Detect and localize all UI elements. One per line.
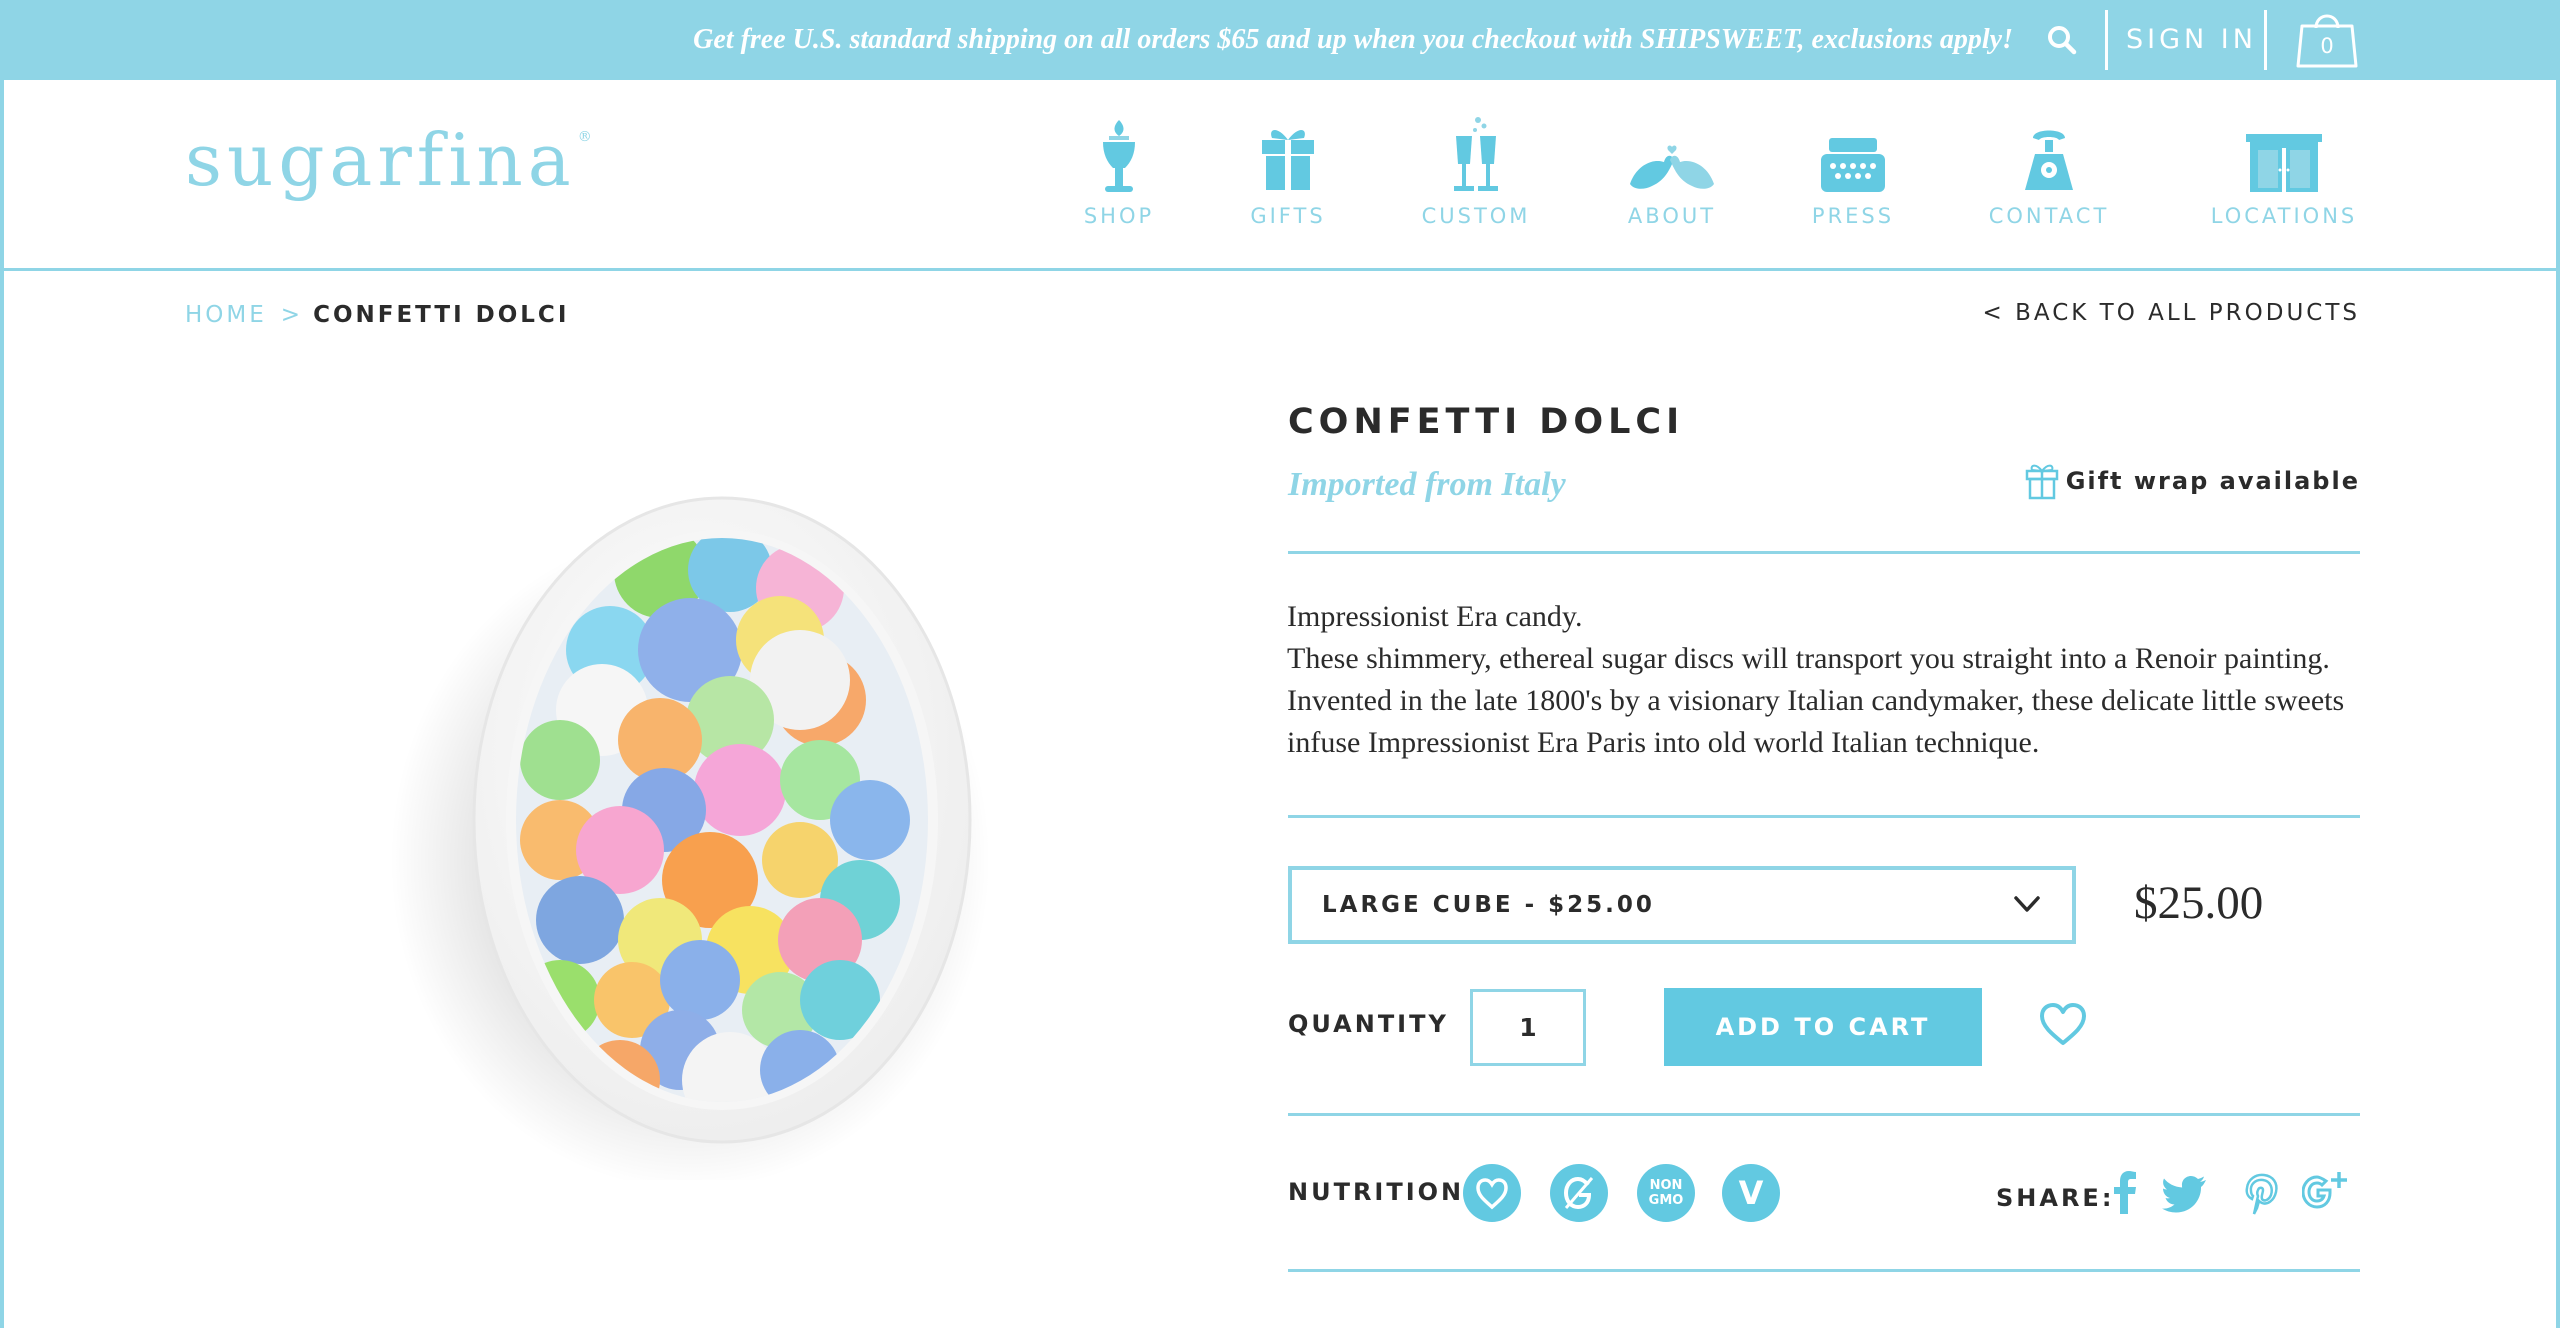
divider xyxy=(1288,1269,2360,1272)
typewriter-icon xyxy=(1821,138,1885,192)
pinterest-icon[interactable] xyxy=(2236,1168,2282,1216)
registered-mark: ® xyxy=(577,129,592,145)
description-body: These shimmery, ethereal sugar discs wil… xyxy=(1287,642,2345,759)
breadcrumb: HOME > CONFETTI DOLCI xyxy=(185,302,569,328)
gift-wrap-notice: Gift wrap available xyxy=(2024,459,2360,503)
nav-label: PRESS xyxy=(1811,204,1895,228)
divider xyxy=(2105,10,2108,70)
gift-box-icon xyxy=(1262,130,1314,190)
badge-text-top: NON xyxy=(1649,1178,1683,1193)
product-origin: Imported from Italy xyxy=(1288,466,1566,503)
nav-label: CUSTOM xyxy=(1421,204,1531,228)
logo-text: sugarfina xyxy=(185,118,576,202)
size-select-value: LARGE CUBE - $25.00 xyxy=(1322,892,1655,918)
product-title: CONFETTI DOLCI xyxy=(1288,402,1685,442)
promo-banner: Get free U.S. standard shipping on all o… xyxy=(0,0,2560,80)
facebook-icon[interactable] xyxy=(2102,1168,2148,1216)
product-price: $25.00 xyxy=(2134,877,2264,929)
twitter-icon[interactable] xyxy=(2162,1168,2208,1216)
breadcrumb-current: CONFETTI DOLCI xyxy=(313,302,570,328)
add-to-cart-button[interactable]: ADD TO CART xyxy=(1664,988,1982,1066)
champagne-glasses-icon xyxy=(1454,117,1498,191)
shipping-promo-text: Get free U.S. standard shipping on all o… xyxy=(693,24,2013,55)
size-select[interactable]: LARGE CUBE - $25.00 xyxy=(1288,866,2076,944)
gluten-free-badge-icon xyxy=(1550,1164,1608,1222)
nav-locations[interactable]: LOCATIONS xyxy=(2199,114,2369,232)
product-description: Impressionist Era candy. These shimmery,… xyxy=(1287,596,2367,764)
wishlist-button[interactable] xyxy=(2038,1001,2088,1047)
divider xyxy=(2264,10,2267,70)
google-plus-icon[interactable] xyxy=(2302,1168,2348,1216)
quantity-input[interactable] xyxy=(1470,989,1586,1066)
divider xyxy=(1288,1113,2360,1116)
nav-label: GIFTS xyxy=(1250,204,1326,228)
nav-gifts[interactable]: GIFTS xyxy=(1203,114,1373,232)
nutrition-label: NUTRITION: xyxy=(1288,1178,1477,1206)
header-divider xyxy=(0,268,2560,271)
telephone-icon xyxy=(2025,130,2073,190)
love-birds-icon xyxy=(1630,145,1714,189)
nav-label: SHOP xyxy=(1083,204,1155,228)
sign-in-link[interactable]: SIGN IN xyxy=(2126,0,2257,80)
nav-shop[interactable]: SHOP xyxy=(1034,114,1204,232)
heart-icon xyxy=(2040,1003,2086,1045)
storefront-icon xyxy=(2246,134,2322,192)
back-to-products-link[interactable]: < BACK TO ALL PRODUCTS xyxy=(1983,300,2361,326)
shopping-bag-button[interactable]: 0 xyxy=(2292,8,2362,70)
breadcrumb-home-link[interactable]: HOME xyxy=(185,302,267,328)
badge-text-bottom: GMO xyxy=(1648,1193,1684,1208)
divider xyxy=(1288,815,2360,818)
description-tagline: Impressionist Era candy. xyxy=(1287,600,1583,633)
gift-wrap-label: Gift wrap available xyxy=(2065,467,2360,495)
non-gmo-badge-icon: NON GMO xyxy=(1637,1164,1695,1222)
product-image xyxy=(260,420,1020,1190)
nav-custom[interactable]: CUSTOM xyxy=(1391,114,1561,232)
nav-label: LOCATIONS xyxy=(2210,204,2358,228)
nav-contact[interactable]: CONTACT xyxy=(1964,114,2134,232)
quantity-label: QUANTITY xyxy=(1288,1010,1449,1038)
nav-label: CONTACT xyxy=(1988,204,2110,228)
gift-icon xyxy=(2025,464,2058,500)
cart-count: 0 xyxy=(2320,34,2334,58)
heart-badge-icon xyxy=(1463,1164,1521,1222)
chevron-down-icon xyxy=(2014,896,2040,912)
nav-about[interactable]: ABOUT xyxy=(1587,114,1757,232)
divider xyxy=(1288,551,2360,554)
search-icon[interactable] xyxy=(2044,22,2080,58)
sugarfina-logo[interactable]: sugarfina ® xyxy=(185,118,592,202)
nav-label: ABOUT xyxy=(1627,204,1717,228)
share-label: SHARE: xyxy=(1996,1184,2115,1212)
vegan-badge-icon: V xyxy=(1722,1164,1780,1222)
candy-jar-icon xyxy=(1103,120,1135,192)
nav-press[interactable]: PRESS xyxy=(1768,114,1938,232)
breadcrumb-separator: > xyxy=(280,302,304,328)
badge-text: V xyxy=(1738,1174,1764,1212)
